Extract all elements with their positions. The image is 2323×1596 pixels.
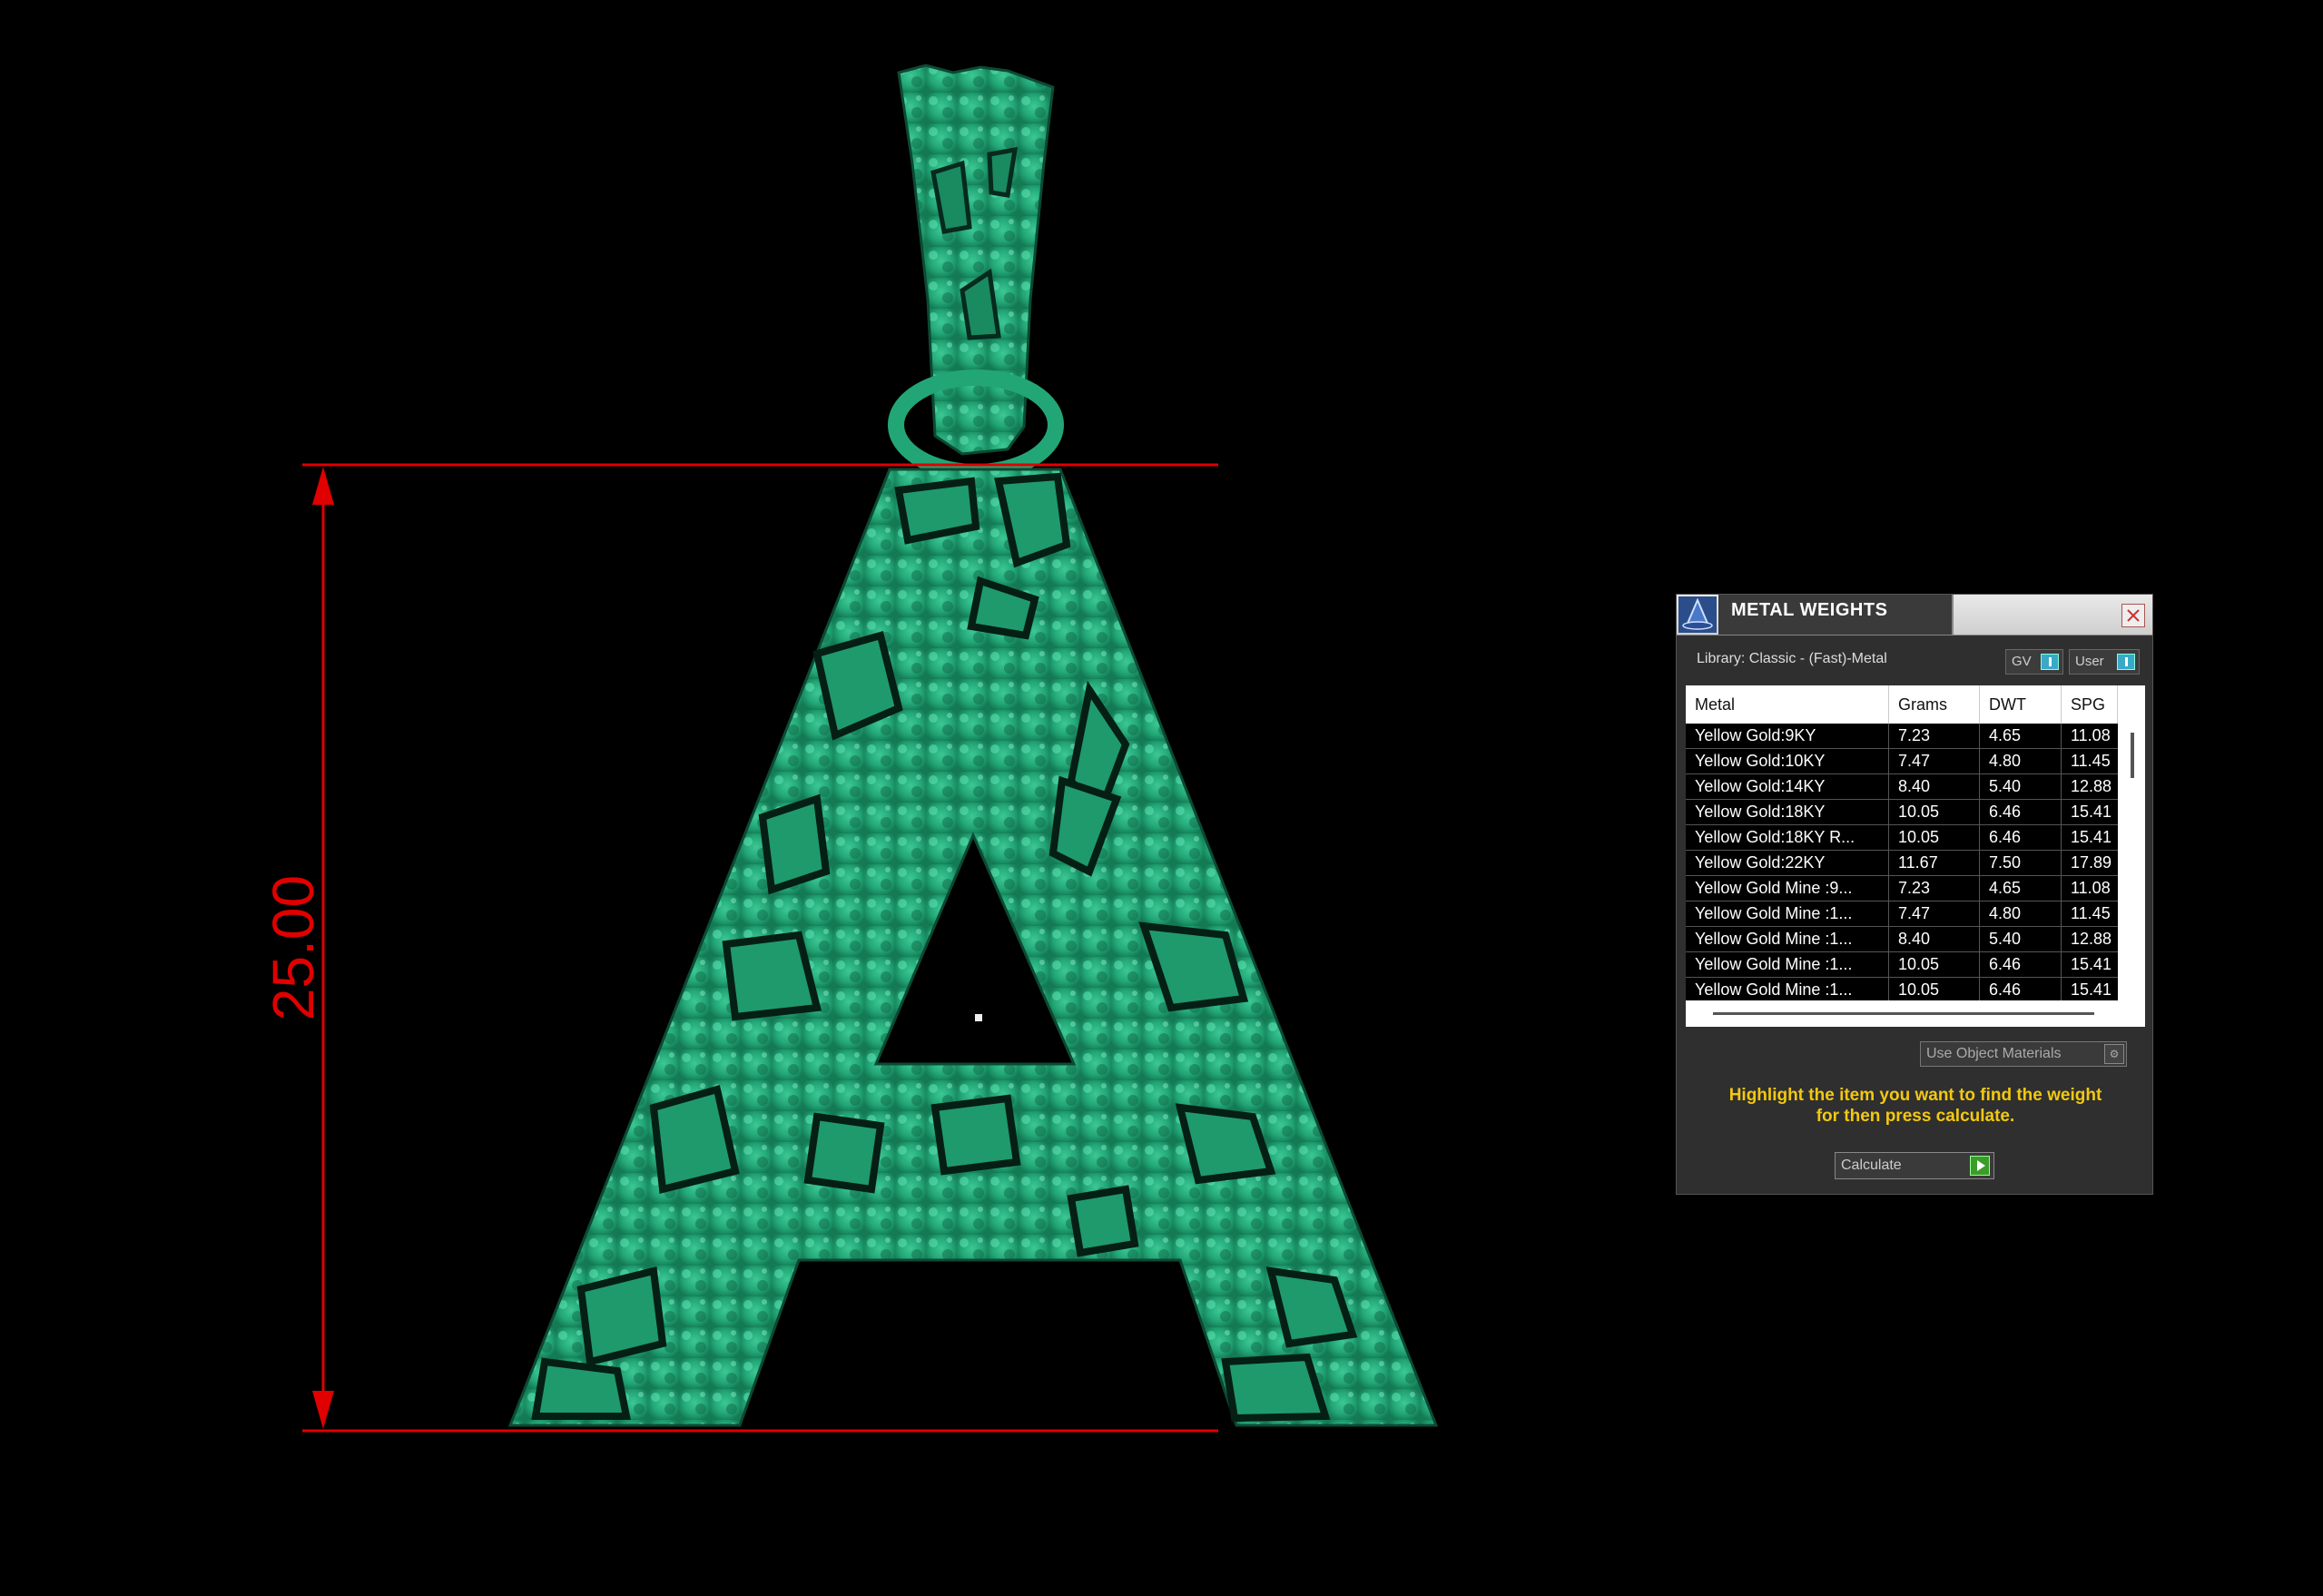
table-row[interactable]: Yellow Gold Mine :1... 10.05 6.46 15.41 bbox=[1686, 952, 2118, 978]
cell-grams: 10.05 bbox=[1889, 825, 1980, 850]
instruction-text: Highlight the item you want to find the … bbox=[1695, 1085, 2136, 1127]
cell-grams: 8.40 bbox=[1889, 927, 1980, 951]
use-object-materials-label: Use Object Materials bbox=[1926, 1046, 2062, 1061]
vertical-scrollbar[interactable] bbox=[2123, 724, 2141, 1000]
play-icon bbox=[1970, 1156, 1990, 1176]
vertical-scrollbar-thumb[interactable] bbox=[2131, 733, 2134, 778]
table-row[interactable]: Yellow Gold:18KY R... 10.05 6.46 15.41 bbox=[1686, 825, 2118, 851]
cell-metal: Yellow Gold Mine :1... bbox=[1686, 927, 1889, 951]
cell-dwt: 4.65 bbox=[1980, 724, 2062, 748]
table-header: Metal Grams DWT SPG bbox=[1686, 685, 2118, 724]
gv-toggle[interactable]: GV bbox=[2005, 649, 2063, 675]
calculate-button[interactable]: Calculate bbox=[1835, 1152, 1994, 1179]
metal-weights-panel[interactable]: METAL WEIGHTS Library: Classic - (Fast)-… bbox=[1676, 594, 2153, 1195]
cell-grams: 7.47 bbox=[1889, 749, 1980, 773]
gear-icon[interactable]: ⚙ bbox=[2104, 1044, 2124, 1064]
column-header-grams[interactable]: Grams bbox=[1889, 685, 1980, 724]
column-header-spg[interactable]: SPG bbox=[2062, 685, 2118, 724]
user-toggle-label: User bbox=[2075, 654, 2104, 669]
metal-table[interactable]: Metal Grams DWT SPG Yellow Gold:9KY 7.23… bbox=[1686, 685, 2145, 1027]
library-label: Library: Classic - (Fast)-Metal bbox=[1697, 651, 1887, 666]
cell-spg: 12.88 bbox=[2071, 777, 2112, 795]
cell-dwt: 6.46 bbox=[1980, 825, 2062, 850]
table-row[interactable]: Yellow Gold:9KY 7.23 4.65 11.08 bbox=[1686, 724, 2118, 749]
column-header-metal[interactable]: Metal bbox=[1686, 685, 1889, 724]
cell-spg: 11.45 bbox=[2071, 904, 2111, 922]
calculate-label: Calculate bbox=[1841, 1158, 1902, 1173]
cell-metal: Yellow Gold Mine :1... bbox=[1686, 952, 1889, 977]
close-icon bbox=[2127, 609, 2140, 622]
cell-metal: Yellow Gold:10KY bbox=[1686, 749, 1889, 773]
cell-metal: Yellow Gold Mine :1... bbox=[1686, 901, 1889, 926]
column-header-dwt[interactable]: DWT bbox=[1980, 685, 2062, 724]
cell-dwt: 4.65 bbox=[1980, 876, 2062, 901]
table-body: Yellow Gold:9KY 7.23 4.65 11.08 Yellow G… bbox=[1686, 724, 2118, 1000]
gv-toggle-switch-icon bbox=[2041, 654, 2059, 670]
cell-dwt: 4.80 bbox=[1980, 901, 2062, 926]
cell-metal: Yellow Gold:22KY bbox=[1686, 851, 1889, 875]
cell-metal: Yellow Gold Mine :9... bbox=[1686, 876, 1889, 901]
cell-grams: 10.05 bbox=[1889, 952, 1980, 977]
cell-dwt: 6.46 bbox=[1980, 800, 2062, 824]
cell-spg: 11.45 bbox=[2071, 752, 2111, 770]
table-row[interactable]: Yellow Gold:22KY 11.67 7.50 17.89 bbox=[1686, 851, 2118, 876]
close-button[interactable] bbox=[2121, 604, 2145, 627]
cell-dwt: 7.50 bbox=[1980, 851, 2062, 875]
user-toggle-switch-icon bbox=[2117, 654, 2135, 670]
cell-dwt: 6.46 bbox=[1980, 978, 2062, 1000]
horizontal-scrollbar-thumb[interactable] bbox=[1713, 1012, 2094, 1015]
cell-spg: 11.08 bbox=[2071, 726, 2111, 744]
table-row[interactable]: Yellow Gold Mine :9... 7.23 4.65 11.08 bbox=[1686, 876, 2118, 901]
wizard-hat-icon bbox=[1678, 596, 1717, 633]
pivot-point bbox=[973, 1012, 984, 1023]
panel-title: METAL WEIGHTS bbox=[1731, 600, 1888, 620]
cell-metal: Yellow Gold:18KY R... bbox=[1686, 825, 1889, 850]
table-row[interactable]: Yellow Gold Mine :1... 8.40 5.40 12.88 bbox=[1686, 927, 2118, 952]
cell-grams: 7.47 bbox=[1889, 901, 1980, 926]
cell-grams: 7.23 bbox=[1889, 876, 1980, 901]
cell-spg: 15.41 bbox=[2071, 955, 2112, 973]
cell-spg: 15.41 bbox=[2071, 803, 2112, 821]
use-object-materials-dropdown[interactable]: Use Object Materials ⚙ bbox=[1920, 1041, 2127, 1067]
cell-grams: 10.05 bbox=[1889, 978, 1980, 1000]
cell-metal: Yellow Gold:9KY bbox=[1686, 724, 1889, 748]
dimension-arrow-down bbox=[312, 1391, 334, 1429]
table-row[interactable]: Yellow Gold Mine :1... 10.05 6.46 15.41 bbox=[1686, 978, 2118, 1000]
cell-dwt: 5.40 bbox=[1980, 774, 2062, 799]
cell-grams: 7.23 bbox=[1889, 724, 1980, 748]
dimension-arrow-up bbox=[312, 467, 334, 505]
cell-spg: 15.41 bbox=[2071, 980, 2112, 999]
table-row[interactable]: Yellow Gold Mine :1... 7.47 4.80 11.45 bbox=[1686, 901, 2118, 927]
gv-toggle-label: GV bbox=[2012, 654, 2032, 669]
cell-metal: Yellow Gold:18KY bbox=[1686, 800, 1889, 824]
cell-dwt: 5.40 bbox=[1980, 927, 2062, 951]
panel-titlebar[interactable]: METAL WEIGHTS bbox=[1677, 595, 2152, 635]
cell-spg: 15.41 bbox=[2071, 828, 2112, 846]
user-toggle[interactable]: User bbox=[2069, 649, 2140, 675]
cell-spg: 11.08 bbox=[2071, 879, 2111, 897]
table-row[interactable]: Yellow Gold:14KY 8.40 5.40 12.88 bbox=[1686, 774, 2118, 800]
instruction-line-2: for then press calculate. bbox=[1816, 1107, 2015, 1126]
panel-title-tab: METAL WEIGHTS bbox=[1718, 595, 1954, 635]
horizontal-scrollbar[interactable] bbox=[1686, 1003, 2118, 1025]
pendant-model[interactable] bbox=[507, 64, 1439, 1427]
cell-spg: 17.89 bbox=[2071, 853, 2112, 872]
table-row[interactable]: Yellow Gold:10KY 7.47 4.80 11.45 bbox=[1686, 749, 2118, 774]
table-row[interactable]: Yellow Gold:18KY 10.05 6.46 15.41 bbox=[1686, 800, 2118, 825]
instruction-line-1: Highlight the item you want to find the … bbox=[1728, 1086, 2102, 1105]
cell-dwt: 6.46 bbox=[1980, 952, 2062, 977]
cell-grams: 8.40 bbox=[1889, 774, 1980, 799]
cell-metal: Yellow Gold:14KY bbox=[1686, 774, 1889, 799]
cell-spg: 12.88 bbox=[2071, 930, 2112, 948]
dimension-label: 25.00 bbox=[261, 875, 326, 1020]
cell-grams: 10.05 bbox=[1889, 800, 1980, 824]
cell-dwt: 4.80 bbox=[1980, 749, 2062, 773]
cell-metal: Yellow Gold Mine :1... bbox=[1686, 978, 1889, 1000]
cell-grams: 11.67 bbox=[1889, 851, 1980, 875]
